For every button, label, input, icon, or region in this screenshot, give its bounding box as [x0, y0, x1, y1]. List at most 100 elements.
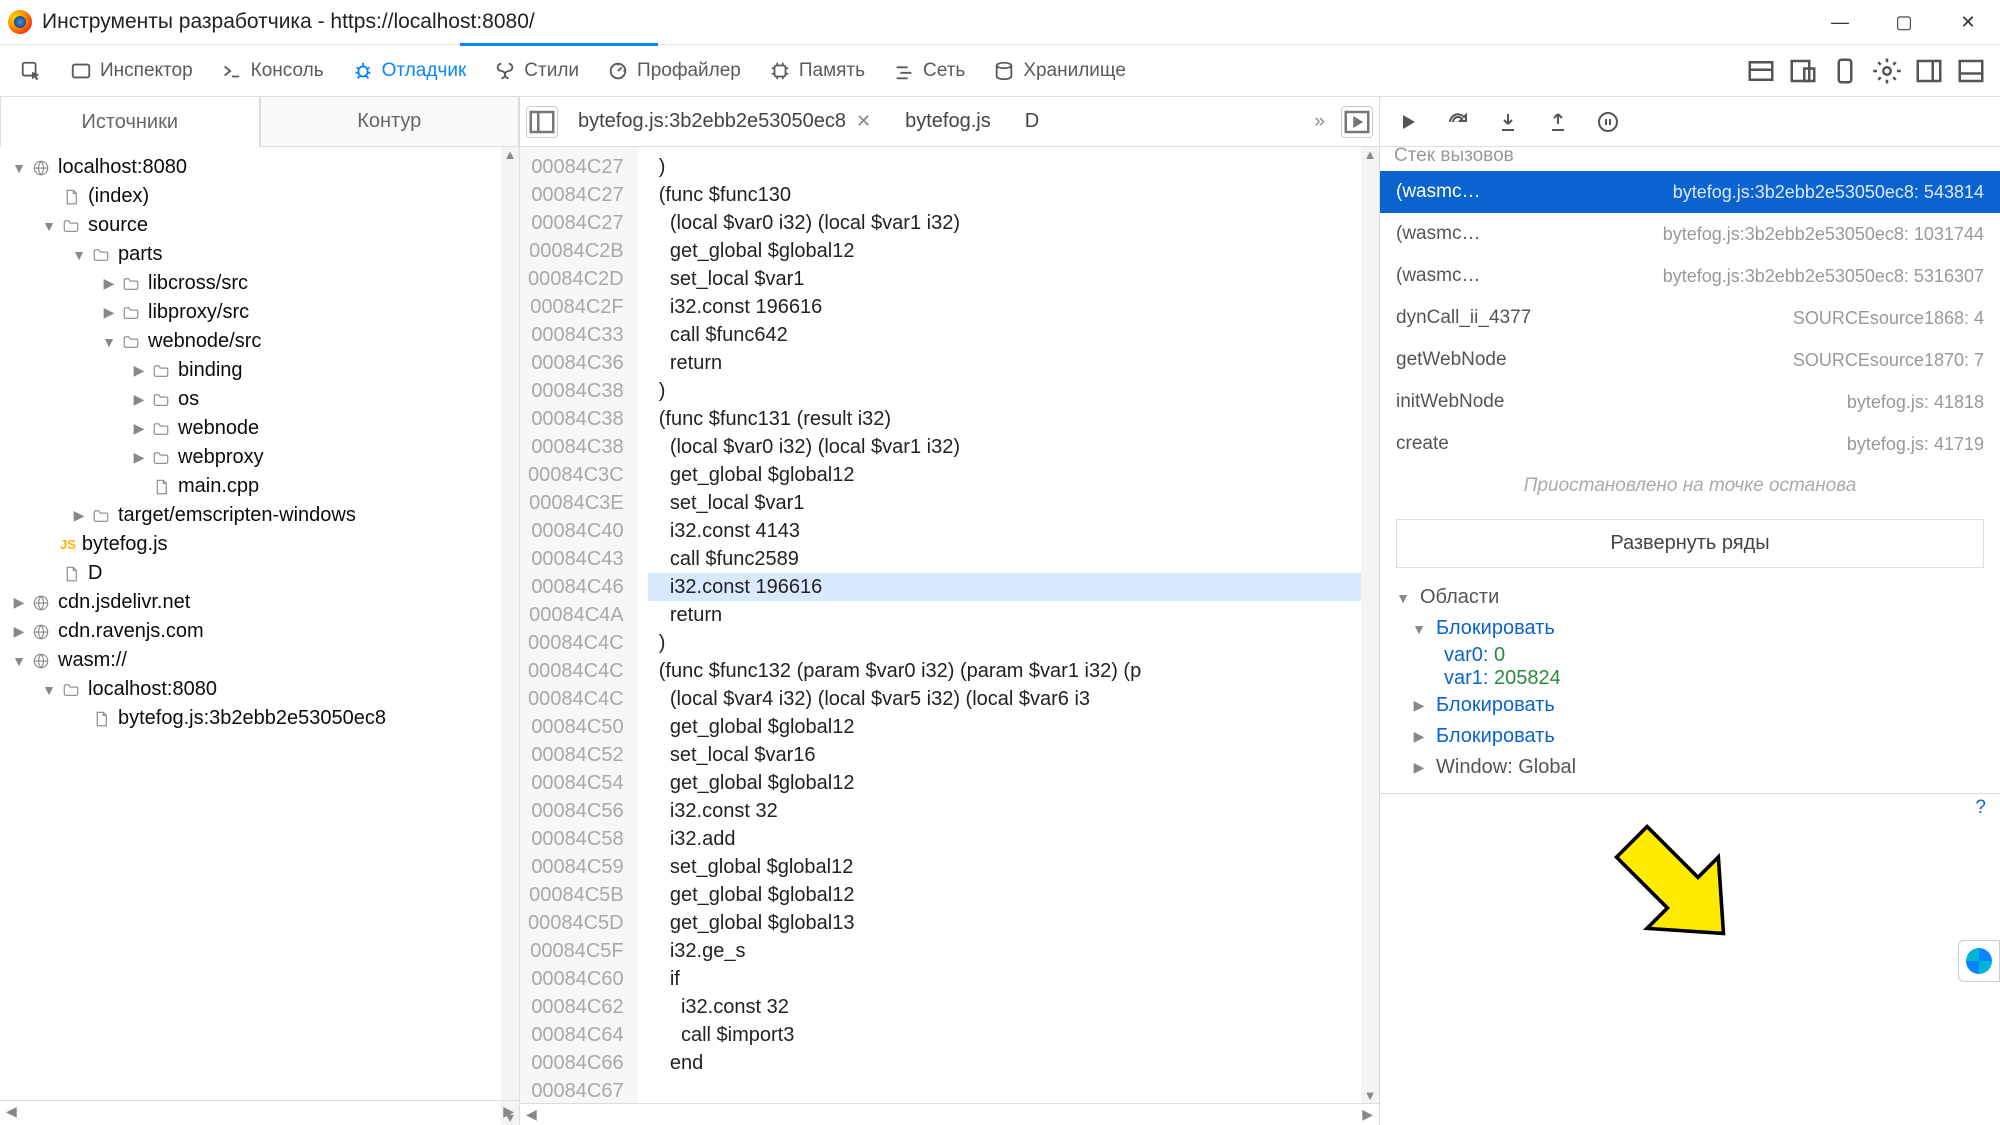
minimize-button[interactable]: —: [1808, 0, 1872, 45]
tree-item[interactable]: ▶cdn.jsdelivr.net: [4, 588, 501, 617]
tree-item[interactable]: ▶libcross/src: [4, 269, 501, 298]
tab-memory[interactable]: Память: [755, 54, 879, 88]
folder-icon: [120, 331, 142, 353]
tab-storage[interactable]: Хранилище: [979, 54, 1140, 88]
folder-icon: [150, 418, 172, 440]
right-footer: ?: [1380, 793, 2000, 821]
tree-item[interactable]: ▼source: [4, 211, 501, 240]
tab-sources[interactable]: Источники: [0, 97, 260, 147]
tree-scrollbar-h[interactable]: ◀▶: [0, 1100, 520, 1122]
file-icon: [90, 708, 112, 730]
stack-frame[interactable]: (wasmc…bytefog.js:3b2ebb2e53050ec8: 5438…: [1380, 171, 2000, 213]
scopes-header[interactable]: ▼Области: [1384, 582, 1996, 613]
stack-frame[interactable]: getWebNodeSOURCEsource1870: 7: [1380, 339, 2000, 381]
tab-outline[interactable]: Контур: [260, 97, 520, 147]
tab-console[interactable]: Консоль: [207, 54, 338, 88]
tree-item[interactable]: ▶binding: [4, 356, 501, 385]
code-editor[interactable]: 00084C2700084C2700084C2700084C2B00084C2D…: [520, 147, 1379, 1103]
editor-tab-2[interactable]: bytefog.js: [891, 104, 1005, 139]
file-icon: [60, 186, 82, 208]
scope-var1: var1: 205824: [1384, 667, 1996, 690]
folder-icon: [90, 505, 112, 527]
stack-frame[interactable]: dynCall_ii_4377SOURCEsource1868: 4: [1380, 297, 2000, 339]
settings-icon[interactable]: [1872, 56, 1902, 86]
titlebar: Инструменты разработчика - https://local…: [0, 0, 2000, 45]
tree-item[interactable]: ▼wasm://: [4, 646, 501, 675]
scope-block-1[interactable]: ▼Блокировать: [1384, 613, 1996, 644]
folder-icon: [150, 447, 172, 469]
call-stack[interactable]: (wasmc…bytefog.js:3b2ebb2e53050ec8: 5438…: [1380, 171, 2000, 465]
file-icon: [60, 563, 82, 585]
tab-profiler[interactable]: Профайлер: [593, 54, 755, 88]
tree-item[interactable]: ▶webnode: [4, 414, 501, 443]
tree-item[interactable]: ▶webproxy: [4, 443, 501, 472]
tree-item[interactable]: D: [4, 559, 501, 588]
tree-item[interactable]: (index): [4, 182, 501, 211]
tab-debugger[interactable]: Отладчик: [338, 54, 481, 88]
tab-network[interactable]: Сеть: [879, 54, 979, 88]
editor-scrollbar-h[interactable]: ◀▶: [520, 1103, 1379, 1125]
scope-window[interactable]: ▶Window: Global: [1384, 752, 1996, 783]
stack-frame[interactable]: (wasmc…bytefog.js:3b2ebb2e53050ec8: 1031…: [1380, 213, 2000, 255]
stack-frame[interactable]: createbytefog.js: 41719: [1380, 423, 2000, 465]
firefox-icon: [8, 10, 32, 34]
close-tab-icon[interactable]: ✕: [856, 111, 871, 132]
layout-icon[interactable]: [1746, 56, 1776, 86]
tree-item[interactable]: ▶cdn.ravenjs.com: [4, 617, 501, 646]
scope-block-2[interactable]: ▶Блокировать: [1384, 690, 1996, 721]
tab-style[interactable]: Стили: [480, 54, 593, 88]
tree-item[interactable]: ▶target/emscripten-windows: [4, 501, 501, 530]
tree-item[interactable]: ▶os: [4, 385, 501, 414]
tree-item[interactable]: ▼parts: [4, 240, 501, 269]
resume-button[interactable]: [1394, 108, 1422, 136]
pick-element-button[interactable]: [6, 54, 56, 88]
stack-frame[interactable]: initWebNodebytefog.js: 41818: [1380, 381, 2000, 423]
run-icon[interactable]: [1341, 106, 1373, 138]
dock-bottom-icon[interactable]: [1956, 56, 1986, 86]
folder-icon: [120, 302, 142, 324]
teamviewer-icon[interactable]: [1958, 940, 2000, 982]
file-icon: [150, 476, 172, 498]
folder-icon: [60, 215, 82, 237]
globe-icon: [30, 157, 52, 179]
stack-frame[interactable]: (wasmc…bytefog.js:3b2ebb2e53050ec8: 5316…: [1380, 255, 2000, 297]
scope-block-3[interactable]: ▶Блокировать: [1384, 721, 1996, 752]
step-over-button[interactable]: [1444, 108, 1472, 136]
tree-item[interactable]: ▼localhost:8080: [4, 153, 501, 182]
callstack-header: Стек вызовов: [1380, 141, 2000, 171]
scopes-panel[interactable]: ▼Области ▼Блокировать var0: 0 var1: 2058…: [1380, 582, 2000, 793]
toggle-sidebar-icon[interactable]: [526, 106, 558, 138]
tree-item[interactable]: ▼localhost:8080: [4, 675, 501, 704]
maximize-button[interactable]: ▢: [1872, 0, 1936, 45]
tree-item[interactable]: JSbytefog.js: [4, 530, 501, 559]
debugger-side-panel: Стек вызовов (wasmc…bytefog.js:3b2ebb2e5…: [1380, 97, 2000, 1125]
globe-icon: [30, 621, 52, 643]
folder-icon: [90, 244, 112, 266]
editor-scrollbar-v[interactable]: ▲▼: [1361, 147, 1379, 1103]
editor-tab-1[interactable]: bytefog.js:3b2ebb2e53050ec8✕: [564, 104, 885, 139]
tree-item[interactable]: bytefog.js:3b2ebb2e53050ec8: [4, 704, 501, 733]
tabs-overflow[interactable]: »: [1304, 111, 1335, 133]
folder-icon: [60, 679, 82, 701]
tree-item[interactable]: ▶libproxy/src: [4, 298, 501, 327]
close-button[interactable]: ✕: [1936, 0, 2000, 45]
dock-side-icon[interactable]: [1914, 56, 1944, 86]
tree-item[interactable]: ▼webnode/src: [4, 327, 501, 356]
responsive-icon[interactable]: [1788, 56, 1818, 86]
sources-panel: Источники Контур ▼localhost:8080(index)▼…: [0, 97, 520, 1125]
tree-item[interactable]: main.cpp: [4, 472, 501, 501]
devtools-toolbar: Инспектор Консоль Отладчик Стили Профайл…: [0, 45, 2000, 97]
expand-rows-button[interactable]: Развернуть ряды: [1396, 519, 1984, 568]
editor-tab-3[interactable]: D: [1011, 104, 1053, 139]
step-in-button[interactable]: [1494, 108, 1522, 136]
folder-icon: [120, 273, 142, 295]
globe-icon: [30, 650, 52, 672]
source-tree[interactable]: ▼localhost:8080(index)▼source▼parts▶libc…: [0, 147, 501, 1125]
pause-button[interactable]: [1594, 108, 1622, 136]
device-icon[interactable]: [1830, 56, 1860, 86]
step-out-button[interactable]: [1544, 108, 1572, 136]
tab-inspector[interactable]: Инспектор: [56, 54, 207, 88]
folder-icon: [150, 360, 172, 382]
tree-scrollbar[interactable]: ▲▼: [501, 147, 519, 1125]
scope-var0: var0: 0: [1384, 644, 1996, 667]
